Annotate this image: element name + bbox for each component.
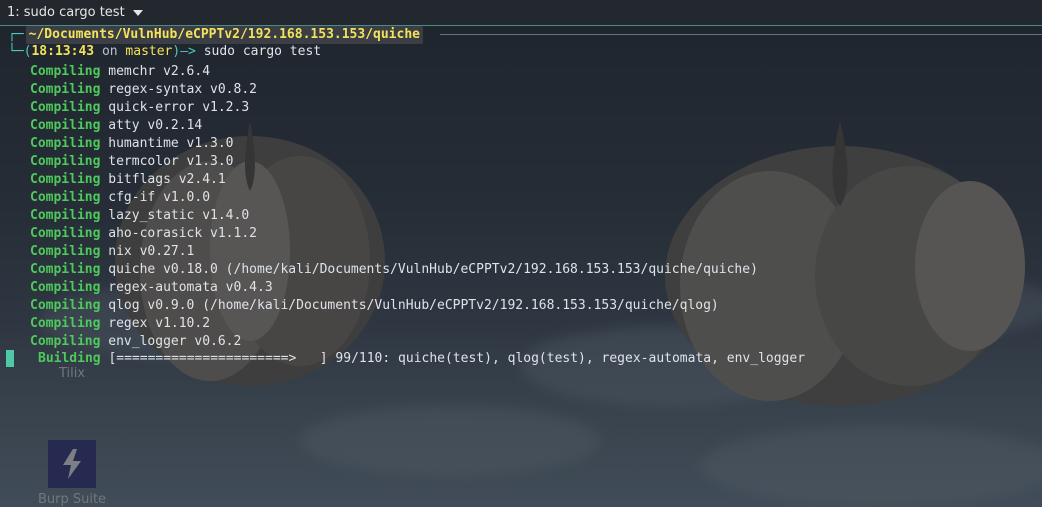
terminal-cursor: [6, 350, 14, 367]
prompt-command-line: └─(18:13:43 on master)—> sudo cargo test: [8, 43, 321, 61]
build-progress-line: Building [======================> ] 99/1…: [38, 350, 805, 368]
compile-line: Compiling atty v0.2.14: [30, 118, 203, 133]
prompt-divider: [440, 34, 1042, 35]
prompt-path-line: ┌─ ~/Documents/VulnHub/eCPPTv2/192.168.15…: [8, 26, 423, 44]
terminal-output[interactable]: ┌─ ~/Documents/VulnHub/eCPPTv2/192.168.15…: [0, 26, 1042, 507]
build-keyword: Building: [38, 351, 101, 366]
compile-line: Compiling regex v1.10.2: [30, 316, 211, 331]
compile-line: Compiling env_logger v0.6.2: [30, 334, 242, 349]
compile-line: Compiling quick-error v1.2.3: [30, 100, 250, 115]
compile-line: Compiling aho-corasick v1.1.2: [30, 226, 257, 241]
compile-line: Compiling termcolor v1.3.0: [30, 154, 234, 169]
terminal-title-bar: 1: sudo cargo test: [0, 0, 1042, 26]
chevron-down-icon[interactable]: [132, 9, 143, 16]
compile-line: Compiling regex-syntax v0.8.2: [30, 82, 257, 97]
prompt-cwd: ~/Documents/VulnHub/eCPPTv2/192.168.153.…: [25, 26, 423, 44]
prompt-arrow: —>: [180, 44, 196, 59]
build-status: [======================> ] 99/110: quich…: [108, 351, 806, 366]
compile-line: Compiling lazy_static v1.4.0: [30, 208, 250, 223]
session-switcher[interactable]: 1: sudo cargo test: [0, 5, 143, 20]
prompt-time: 18:13:43: [31, 44, 95, 59]
compile-line: Compiling memchr v2.6.4: [30, 64, 211, 79]
compile-line: Compiling humantime v1.3.0: [30, 136, 234, 151]
prompt-bracket: ┌─: [8, 27, 24, 42]
compile-log: Compiling memchr v2.6.4 Compiling regex-…: [30, 63, 758, 351]
compile-line: Compiling cfg-if v1.0.0: [30, 190, 211, 205]
compile-line: Compiling quiche v0.18.0 (/home/kali/Doc…: [30, 262, 758, 277]
compile-line: Compiling nix v0.27.1: [30, 244, 195, 259]
prompt-on: on: [101, 44, 118, 59]
prompt-bracket: └─(: [8, 44, 32, 59]
compile-line: Compiling qlog v0.9.0 (/home/kali/Docume…: [30, 298, 719, 313]
prompt-branch: master: [125, 44, 173, 59]
compile-line: Compiling regex-automata v0.4.3: [30, 280, 273, 295]
session-title: 1: sudo cargo test: [7, 5, 125, 20]
prompt-command: sudo cargo test: [203, 44, 322, 59]
compile-line: Compiling bitflags v2.4.1: [30, 172, 226, 187]
